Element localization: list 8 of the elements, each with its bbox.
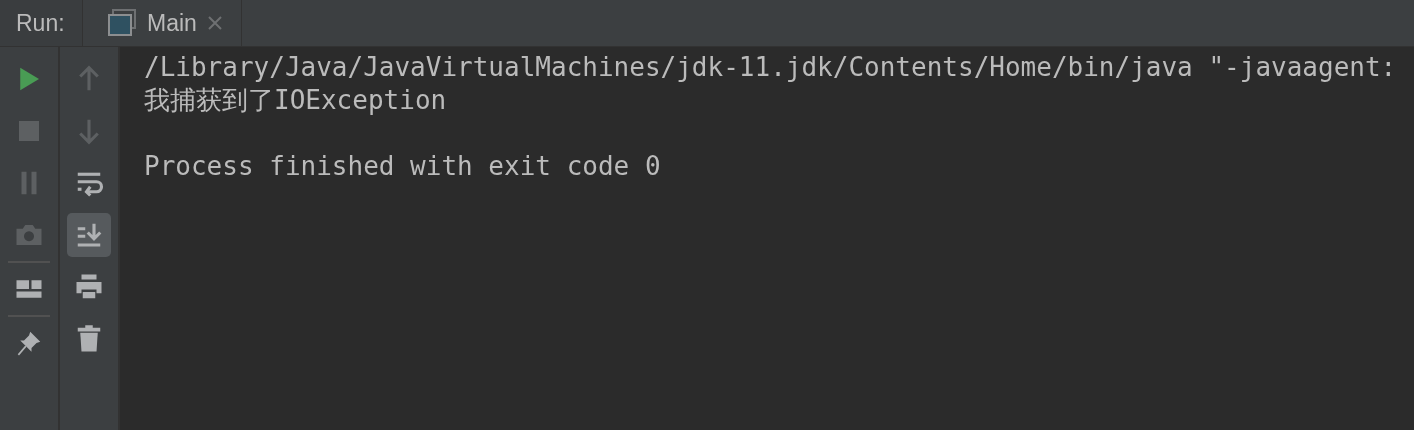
console-line: /Library/Java/JavaVirtualMachines/jdk-11.jdk/Contents/Home/bin/java "-javaagent: xyxy=(144,51,1398,84)
console-line: 我捕获到了IOException xyxy=(144,84,448,117)
toolbar-button[interactable] xyxy=(67,213,111,257)
window-icon xyxy=(107,9,137,37)
close-icon[interactable] xyxy=(206,15,223,31)
run-tab[interactable]: Main xyxy=(82,0,242,46)
console-line: Process finished with exit code 0 xyxy=(144,150,662,183)
tab-label: Main xyxy=(147,9,197,37)
